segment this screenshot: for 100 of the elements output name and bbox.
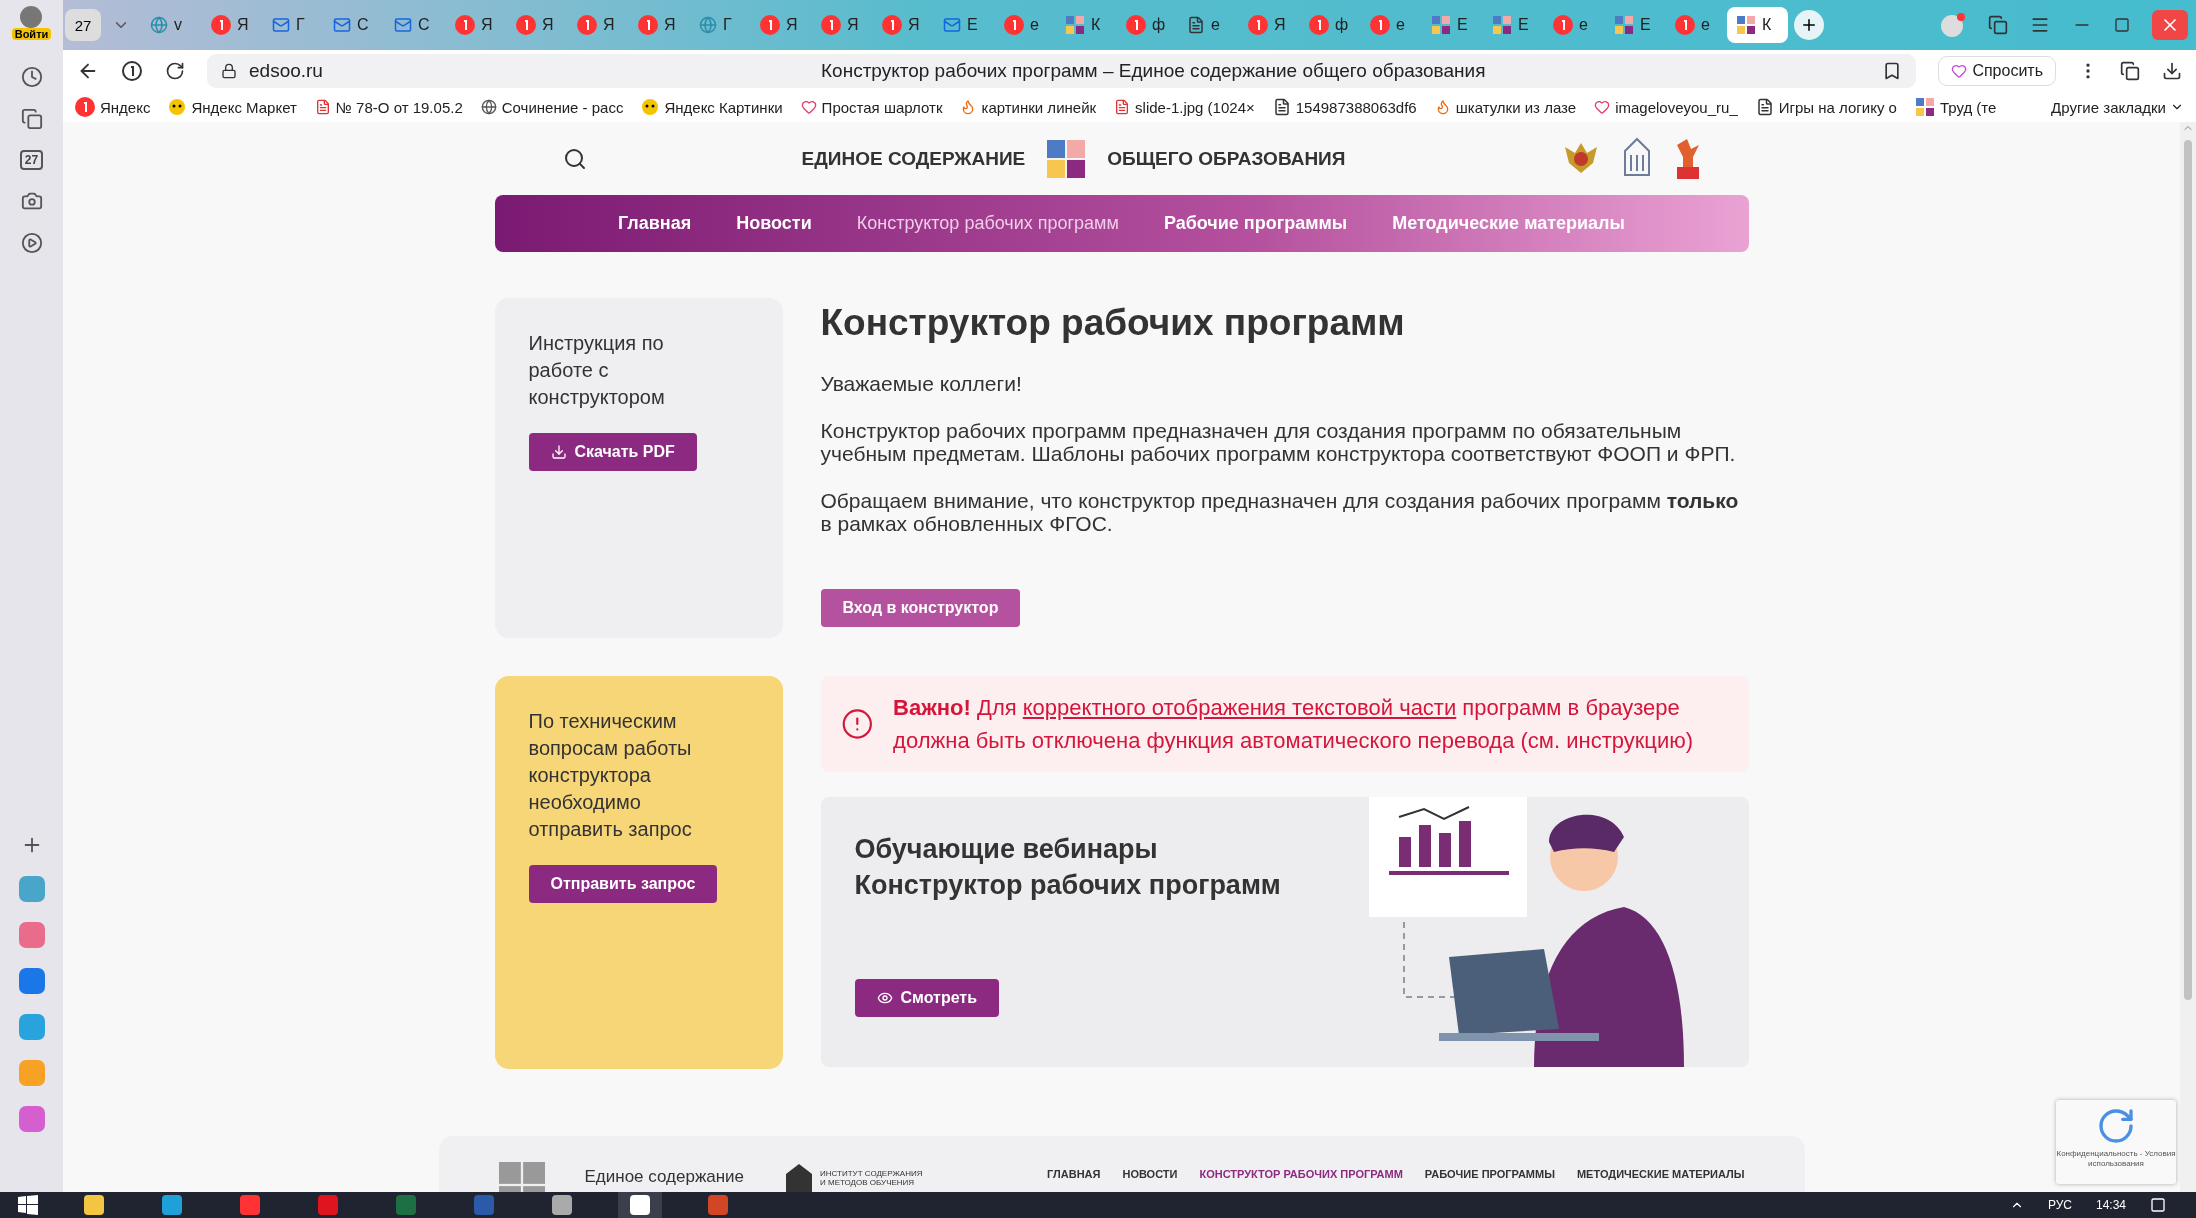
scrollbar-thumb[interactable]: [2184, 140, 2192, 1000]
browser-tab[interactable]: Е: [934, 7, 995, 43]
send-request-button[interactable]: Отправить запрос: [528, 865, 718, 903]
play-icon[interactable]: [20, 232, 43, 254]
browser-tab[interactable]: е: [1666, 7, 1727, 43]
camera-icon[interactable]: [20, 190, 43, 212]
instruction-link[interactable]: корректного отображения текстовой части: [1022, 695, 1457, 720]
nav-link[interactable]: Новости: [736, 213, 812, 234]
tabs-icon[interactable]: [20, 108, 43, 130]
browser-tab[interactable]: е: [1361, 7, 1422, 43]
extensions-icon[interactable]: [2120, 61, 2140, 81]
bookmark-item[interactable]: № 78-О от 19.05.2: [314, 98, 463, 116]
intro-paragraph: Конструктор рабочих программ предназначен для создания программ по обязательным учебным предметам. Шаблоны рабочих программ конструктора соответствуют ФООП и ФРП.: [820, 419, 1737, 465]
browser-tab[interactable]: Е: [1422, 7, 1483, 43]
browser-tab[interactable]: ф: [1300, 7, 1361, 43]
nav-link[interactable]: Рабочие программы: [1163, 213, 1348, 234]
menu-icon[interactable]: [2030, 15, 2050, 35]
browser-tab[interactable]: Я: [629, 7, 690, 43]
download-pdf-button[interactable]: Скачать PDF: [528, 433, 697, 471]
site-logo-icon: [1492, 15, 1512, 35]
browser-tab[interactable]: Я: [507, 7, 568, 43]
document-icon: [1272, 98, 1291, 116]
bookmark-item[interactable]: Сочинение - расс: [480, 98, 624, 116]
browser-tab[interactable]: Г: [263, 7, 324, 43]
address-bar[interactable]: edsoo.ru Конструктор рабочих программ – Единое содержание общего образования: [207, 54, 1917, 88]
nav-link[interactable]: Конструктор рабочих программ: [856, 213, 1119, 234]
browser-tab[interactable]: К: [1056, 7, 1117, 43]
footer-link[interactable]: КОНСТРУКТОР РАБОЧИХ ПРОГРАММ: [1199, 1168, 1403, 1180]
heart-icon: [1951, 63, 1968, 79]
browser-tab[interactable]: е: [1544, 7, 1605, 43]
bookmark-item[interactable]: Яндекс: [75, 97, 151, 117]
globe-icon: [480, 99, 497, 115]
browser-tab[interactable]: К: [1727, 7, 1788, 43]
notice-text: Важно! Для корректного отображения текстовой части программ в браузере должна быть отключена функция автоматического перевода (см. инструкцию): [893, 694, 1695, 755]
browser-tab[interactable]: Я: [812, 7, 873, 43]
intro-paragraph: Обращаем внимание, что конструктор предназначен для создания рабочих программ только в рамках обновленных ФГОС.: [820, 489, 1740, 535]
tab-count[interactable]: 27: [65, 9, 101, 41]
site-logo-icon: [1614, 15, 1634, 35]
browser-tab[interactable]: Г: [690, 7, 751, 43]
bookmark-item[interactable]: Яндекс Маркет: [168, 98, 297, 116]
bookmark-item[interactable]: Яндекс Картинки: [641, 98, 783, 116]
browser-tab[interactable]: Я: [873, 7, 934, 43]
mail-icon: [394, 16, 412, 34]
bookmark-item[interactable]: Игры на логику о: [1755, 98, 1897, 116]
other-bookmarks[interactable]: Другие закладки: [2051, 98, 2184, 116]
bookmark-item[interactable]: slide-1.jpg (1024×: [1114, 98, 1255, 116]
enter-constructor-button[interactable]: Вход в конструктор: [820, 589, 1021, 627]
footer-link[interactable]: ГЛАВНАЯ: [1047, 1168, 1101, 1180]
footer-link[interactable]: НОВОСТИ: [1122, 1168, 1178, 1180]
taskbar-app[interactable]: [618, 1192, 662, 1218]
nav-link[interactable]: Главная: [618, 213, 692, 234]
browser-tab[interactable]: Е: [1483, 7, 1544, 43]
clock[interactable]: 14:34: [2095, 1198, 2126, 1212]
site-logo-icon[interactable]: [1047, 139, 1086, 178]
bookmark-item[interactable]: 154987388063df6: [1272, 98, 1417, 116]
reload-icon[interactable]: [165, 61, 185, 81]
bookmark-item[interactable]: Труд (те: [1914, 97, 1997, 117]
bookmark-item[interactable]: Простая шарлотк: [800, 98, 943, 116]
new-tab-icon[interactable]: [1800, 16, 1818, 34]
app-icon[interactable]: [18, 1106, 45, 1132]
notifications-icon[interactable]: [2150, 1197, 2166, 1213]
restore-icon[interactable]: [2114, 17, 2130, 33]
download-icon[interactable]: [2162, 61, 2182, 81]
ask-button[interactable]: Спросить: [1938, 56, 2056, 86]
language-indicator[interactable]: РУС: [2047, 1198, 2072, 1212]
bookmark-item[interactable]: шкатулки из лазе: [1434, 98, 1577, 116]
collections-icon[interactable]: [1988, 15, 2008, 35]
browser-tab[interactable]: е: [1178, 7, 1239, 43]
browser-tab[interactable]: С: [385, 7, 446, 43]
watch-button[interactable]: Смотреть: [854, 979, 1000, 1017]
footer-link[interactable]: МЕТОДИЧЕСКИЕ МАТЕРИАЛЫ: [1576, 1168, 1745, 1180]
site-logo-icon: [1914, 97, 1935, 117]
recaptcha-text[interactable]: Конфиденциальность - Условия использования: [2056, 1149, 2176, 1169]
browser-tab[interactable]: Я: [202, 7, 263, 43]
site-title: ОБЩЕГО ОБРАЗОВАНИЯ: [1107, 147, 1346, 170]
site-logo-icon: [1736, 15, 1756, 35]
avatar-icon[interactable]: [20, 6, 43, 28]
browser-tab[interactable]: ф: [1117, 7, 1178, 43]
search-icon[interactable]: [562, 146, 587, 171]
recaptcha-icon: [2096, 1106, 2136, 1146]
windows-icon[interactable]: [18, 1195, 38, 1215]
login-label[interactable]: Войти: [11, 28, 52, 40]
browser-tab[interactable]: Я: [568, 7, 629, 43]
browser-tab[interactable]: Я: [1239, 7, 1300, 43]
history-icon[interactable]: [20, 66, 43, 88]
bookmark-item[interactable]: imageloveyou_ru_: [1594, 98, 1738, 116]
support-text: По техническим вопросам работы конструктора необходимо отправить запрос: [528, 709, 693, 842]
browser-tab[interactable]: е: [995, 7, 1056, 43]
browser-tab[interactable]: Я: [751, 7, 812, 43]
browser-tab[interactable]: Е: [1605, 7, 1666, 43]
globe-icon: [699, 16, 717, 34]
bookmark-item[interactable]: картинки линейк: [960, 98, 1097, 116]
app-icon[interactable]: [18, 968, 45, 994]
calendar-day[interactable]: 27: [19, 150, 44, 170]
browser-tab[interactable]: Я: [446, 7, 507, 43]
mail-icon: [943, 16, 961, 34]
browser-tab[interactable]: С: [324, 7, 385, 43]
footer-link[interactable]: РАБОЧИЕ ПРОГРАММЫ: [1424, 1168, 1555, 1180]
browser-tab[interactable]: v: [141, 7, 202, 43]
avatar-icon[interactable]: [1940, 12, 1966, 38]
